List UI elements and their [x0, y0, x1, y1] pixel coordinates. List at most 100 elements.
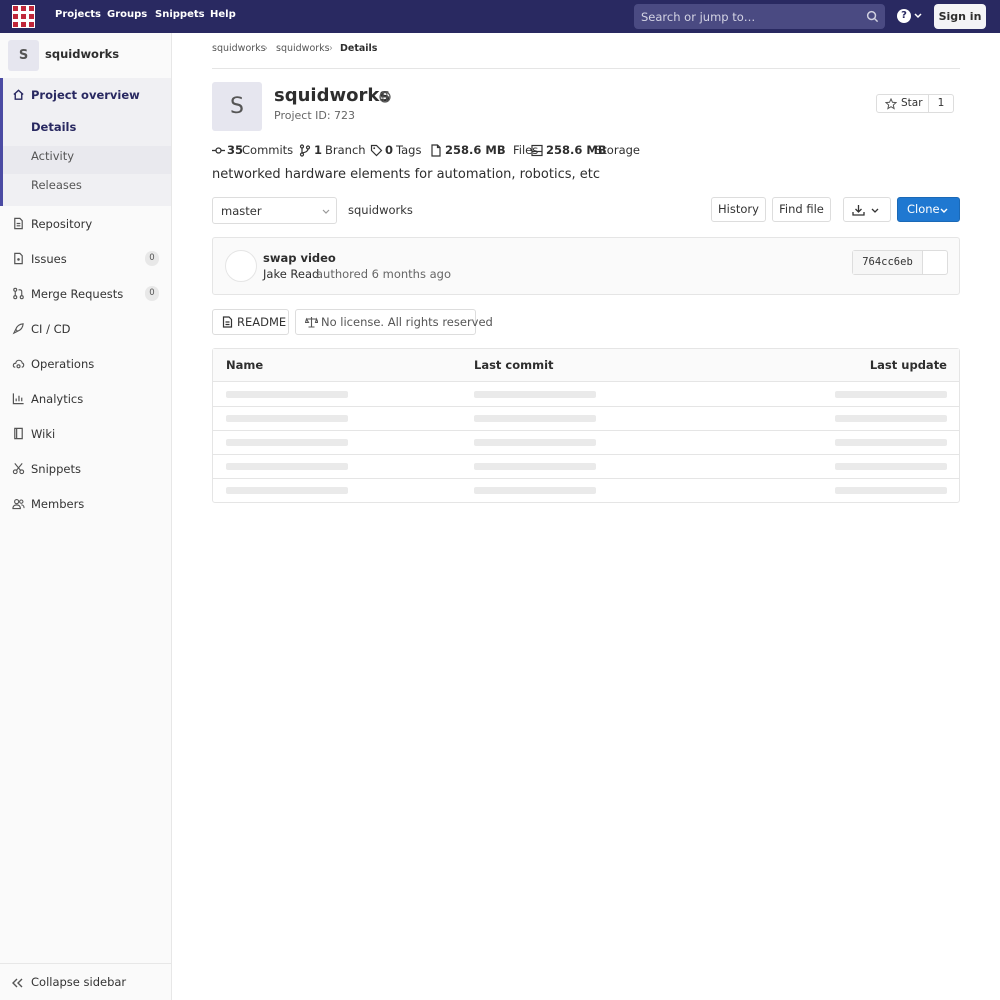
commit-icon	[212, 147, 225, 154]
scale-icon	[305, 317, 318, 328]
search-icon	[866, 10, 879, 23]
sidebar-item-members[interactable]: Members	[0, 490, 171, 518]
column-header-last-commit: Last commit	[474, 358, 554, 372]
commit-author-link[interactable]: Jake Read	[263, 267, 319, 281]
storage-label: Storage	[595, 143, 640, 157]
project-title: squidworks	[274, 85, 391, 106]
sidebar-item-merge-requests[interactable]: Merge Requests 0	[0, 280, 171, 308]
loading-placeholder	[474, 439, 596, 446]
tag-icon	[370, 144, 383, 157]
commit-authored-time: authored 6 months ago	[316, 267, 452, 281]
collapse-sidebar-label: Collapse sidebar	[31, 975, 127, 989]
copy-sha-button[interactable]	[923, 251, 947, 274]
sidebar-item-label: Merge Requests	[31, 287, 124, 301]
star-button[interactable]: Star	[877, 95, 929, 112]
branch-select-value: master	[221, 204, 262, 218]
collapse-sidebar-button[interactable]: Collapse sidebar	[0, 963, 171, 1000]
sidebar-item-label: Snippets	[31, 462, 81, 476]
sidebar-item-operations[interactable]: Operations	[0, 350, 171, 378]
chevron-down-icon	[940, 208, 948, 213]
loading-placeholder	[835, 439, 947, 446]
star-label: Star	[901, 97, 923, 109]
branch-label: Branch	[325, 143, 366, 157]
project-avatar-large: S	[212, 82, 262, 131]
nav-projects-link[interactable]: Projects	[55, 9, 101, 20]
commits-label: Commits	[242, 143, 294, 157]
breadcrumb-separator: ›	[264, 43, 268, 54]
download-button[interactable]	[843, 197, 891, 222]
sidebar-item-label: Project overview	[31, 88, 140, 102]
breadcrumb-divider	[212, 68, 960, 69]
sidebar-item-analytics[interactable]: Analytics	[0, 385, 171, 413]
column-header-last-update: Last update	[869, 358, 947, 372]
table-row	[213, 431, 959, 455]
file-icon	[431, 144, 441, 157]
star-button-group: Star 1	[876, 94, 954, 113]
chevron-down-icon	[914, 13, 922, 19]
project-stats: 35 Commits 1 Branch 0 Tags 258.6 MB File…	[212, 143, 642, 159]
globe-icon	[379, 91, 391, 103]
rocket-icon	[12, 323, 24, 335]
search-box[interactable]	[634, 4, 885, 29]
star-count[interactable]: 1	[929, 97, 953, 109]
loading-placeholder	[474, 463, 596, 470]
nav-snippets-link[interactable]: Snippets	[155, 9, 205, 20]
commit-message[interactable]: swap video	[263, 251, 336, 265]
clone-button-label: Clone	[907, 202, 940, 216]
double-chevron-left-icon	[12, 978, 23, 988]
table-row	[213, 383, 959, 407]
sign-in-button[interactable]: Sign in	[934, 4, 986, 29]
readme-button[interactable]: README	[212, 309, 289, 335]
sidebar-item-wiki[interactable]: Wiki	[0, 420, 171, 448]
sidebar-item-project-overview[interactable]: Project overview	[0, 81, 171, 109]
users-icon	[12, 499, 25, 510]
sidebar-item-snippets[interactable]: Snippets	[0, 455, 171, 483]
commit-sha-group: 764cc6eb	[852, 250, 948, 275]
table-row	[213, 479, 959, 503]
author-avatar[interactable]	[225, 250, 257, 282]
readme-label: README	[237, 315, 287, 329]
sidebar-item-label: Activity	[31, 149, 75, 163]
clone-button[interactable]: Clone	[897, 197, 960, 222]
license-button[interactable]: No license. All rights reserved	[295, 309, 493, 335]
files-size: 258.6 MB	[445, 143, 506, 157]
loading-placeholder	[835, 487, 947, 494]
find-file-button[interactable]: Find file	[772, 197, 831, 222]
sidebar-subitem-details[interactable]: Details	[0, 113, 171, 141]
search-input[interactable]	[634, 4, 859, 29]
nav-groups-link[interactable]: Groups	[107, 9, 147, 20]
loading-placeholder	[226, 415, 348, 422]
chart-icon	[12, 393, 24, 405]
project-description: networked hardware elements for automati…	[212, 167, 601, 182]
sidebar-item-label: Details	[31, 120, 77, 134]
sidebar-item-issues[interactable]: Issues 0	[0, 245, 171, 273]
sidebar-item-ci-cd[interactable]: CI / CD	[0, 315, 171, 343]
sidebar-project-header[interactable]: S squidworks	[0, 33, 171, 78]
project-id: Project ID: 723	[274, 109, 356, 122]
sidebar-item-label: Repository	[31, 217, 93, 231]
sidebar-item-repository[interactable]: Repository	[0, 210, 171, 238]
file-tree-table: Name Last commit Last update	[212, 348, 960, 503]
breadcrumb-project-link[interactable]: squidworks	[276, 43, 330, 54]
nav-help-link[interactable]: Help	[210, 9, 236, 20]
star-icon	[885, 98, 897, 110]
sidebar-item-label: Wiki	[31, 427, 56, 441]
history-button[interactable]: History	[711, 197, 766, 222]
repo-path[interactable]: squidworks	[348, 203, 413, 217]
commit-sha[interactable]: 764cc6eb	[853, 251, 923, 274]
top-navbar: Projects Groups Snippets Help ? Sign in	[0, 0, 1000, 33]
branch-select[interactable]: master	[212, 197, 337, 224]
sidebar-item-label: Members	[31, 497, 85, 511]
sidebar-subitem-activity[interactable]: Activity	[0, 142, 171, 170]
commits-count: 35	[227, 143, 244, 157]
help-dropdown[interactable]: ?	[897, 9, 925, 24]
breadcrumb-group-link[interactable]: squidworks	[212, 43, 266, 54]
gitlab-logo-icon[interactable]	[12, 5, 35, 28]
sidebar-subitem-releases[interactable]: Releases	[0, 171, 171, 199]
sidebar-project-name: squidworks	[45, 47, 120, 61]
doc-icon	[14, 217, 23, 230]
breadcrumb-current[interactable]: Details	[340, 43, 377, 54]
breadcrumb-separator: ›	[329, 43, 333, 54]
issues-icon	[14, 252, 23, 265]
sidebar-item-label: CI / CD	[31, 322, 71, 336]
